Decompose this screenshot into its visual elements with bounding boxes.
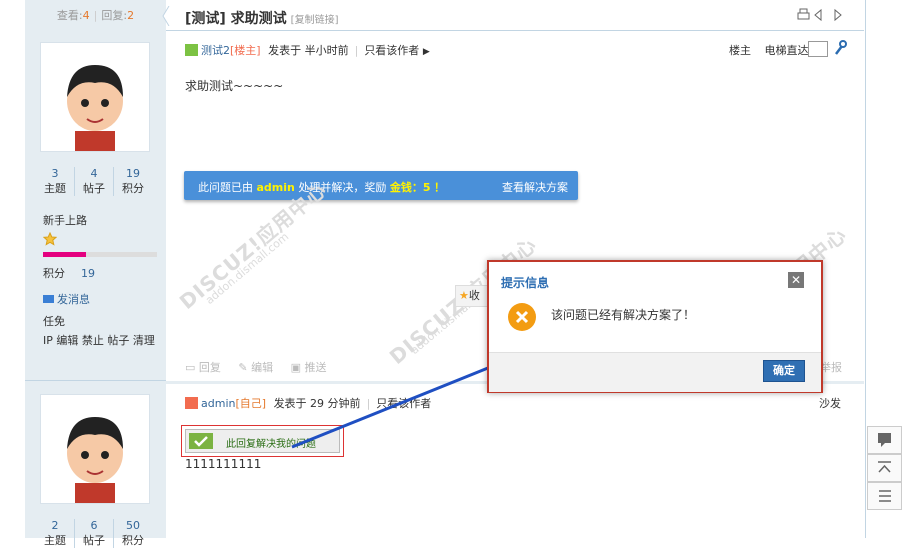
online-user-icon [185,44,198,56]
alert-dialog: 提示信息 ✕ 该问题已经有解决方案了！ 确定 [487,260,823,393]
stat-credits[interactable]: 19 积分 [114,167,152,196]
prev-thread-icon[interactable] [814,8,822,22]
dialog-message: 该问题已经有解决方案了！ [551,308,696,322]
replies-count: 2 [127,9,135,22]
highlight-box [181,425,344,457]
post-actions: ▭ 回复 ✎ 编辑 ▣ 推送 [185,359,327,375]
author-link[interactable]: admin [201,397,235,410]
views-count: 4 [82,9,90,22]
user-rank: 新手上路 [43,214,87,227]
header-notch [162,6,170,26]
post-author-bar: 测试2[楼主] 发表于 半小时前 | 只看该作者 ▶ [185,42,430,58]
send-message-link[interactable]: 发消息 [43,291,90,307]
dialog-footer: 确定 [489,352,821,392]
only-author-link[interactable]: 只看该作者 [364,44,419,57]
reply-action[interactable]: ▭ 回复 [185,361,221,374]
stat-posts[interactable]: 6 帖子 [74,519,114,548]
wrench-icon[interactable] [833,40,847,56]
warning-icon [508,303,536,331]
next-thread-icon[interactable] [834,8,842,22]
solved-banner: 此问题已由 admin 处理并解决，奖励 金钱：5 ！ 查看解决方案 [184,171,578,200]
post-author-bar: admin[自己] 发表于 29 分钟前 | 只看该作者 [185,395,431,411]
floor-label: 沙发 [819,397,841,410]
floor-controls: 楼主 电梯直达 [729,42,809,58]
post-content: 1111111111 [185,457,262,471]
thread-stats: 查看:4 | 回复:2 [56,9,135,22]
author-link[interactable]: 测试2 [201,44,230,57]
user-stats: 3 主题 4 帖子 19 积分 [36,167,156,196]
column-divider [25,380,166,381]
copy-link[interactable]: [复制链接] [291,15,339,26]
list-icon [879,490,891,502]
view-solution-link[interactable]: 查看解决方案 [502,179,568,195]
ok-button[interactable]: 确定 [763,360,805,382]
rank-progress-fill [43,252,87,257]
user-stats: 2 主题 6 帖子 50 积分 [36,519,156,548]
avatar[interactable] [40,394,150,504]
print-icon[interactable] [797,8,810,20]
star-icon [43,232,57,246]
thread-title: [测试] 求助测试 [复制链接] [185,11,339,27]
stat-credits[interactable]: 50 积分 [114,519,152,548]
post-content: 求助测试~~~~~ [185,79,284,93]
stat-threads[interactable]: 2 主题 [36,519,74,548]
comment-icon [878,433,891,447]
report-action[interactable]: 举报 [820,359,842,375]
avatar-image [41,43,149,151]
moderate-link[interactable]: 任免 [43,313,65,329]
only-author-link[interactable]: 只看该作者 [376,397,431,410]
edit-action[interactable]: ✎ 编辑 [238,361,273,374]
stat-posts[interactable]: 4 帖子 [74,167,114,196]
floor-jump-input[interactable] [808,41,828,57]
user-icon [185,397,198,409]
close-icon[interactable]: ✕ [788,272,804,288]
push-action[interactable]: ▣ 推送 [291,361,327,374]
avatar-image [41,395,149,503]
avatar[interactable] [40,42,150,152]
dialog-title: 提示信息 [501,276,550,290]
print-nav-icons [797,8,842,22]
user-points: 积分 19 [43,267,95,280]
admin-actions[interactable]: IP 编辑 禁止 帖子 清理 [43,332,155,348]
arrow-up-icon [878,461,891,473]
rank-progress-bar [43,252,157,257]
dialog-header: 提示信息 ✕ [489,262,821,300]
floor-label: 楼主 [729,44,751,57]
floor-jump-label: 电梯直达 [764,44,809,57]
header-divider [166,30,864,31]
list-view-button[interactable] [867,482,902,510]
stat-threads[interactable]: 3 主题 [36,167,74,196]
envelope-icon [43,295,54,303]
star-icon: ★ [459,289,469,302]
quick-reply-button[interactable] [867,426,902,454]
back-to-top-button[interactable] [867,454,902,482]
